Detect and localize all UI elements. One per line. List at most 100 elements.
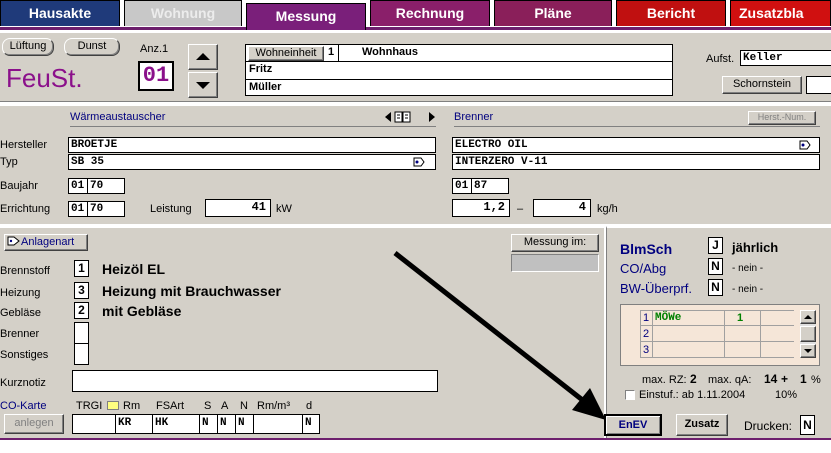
anlagenart-button[interactable]: Anlagenart	[4, 234, 88, 251]
rm3-field[interactable]	[253, 414, 303, 434]
leistung-label: Leistung	[150, 203, 192, 215]
schornstein-field[interactable]	[806, 76, 831, 94]
anz-down-button[interactable]	[188, 72, 218, 98]
geblaese-label: Gebläse	[0, 307, 41, 319]
sonstiges-code[interactable]	[74, 343, 89, 365]
drucken-label: Drucken:	[744, 419, 793, 433]
br-durchsatz-unit: kg/h	[597, 203, 618, 215]
tab-wohnung[interactable]: Wohnung	[124, 0, 242, 26]
rm3-label: Rm/m³	[257, 400, 290, 412]
grid-scroll-down[interactable]	[800, 344, 816, 358]
tab-zusatzblatt[interactable]: Zusatzbla	[730, 0, 831, 26]
anlegen-button[interactable]: anlegen	[4, 414, 64, 434]
br-durchsatz-dash: –	[517, 203, 524, 215]
hk-field[interactable]: HK	[152, 414, 200, 434]
grid-col-divider-3	[760, 310, 761, 358]
sonstiges-label: Sonstiges	[0, 349, 49, 361]
brennstoff-code[interactable]: 1	[74, 260, 89, 277]
typ-label: Typ	[0, 156, 18, 168]
grid-col-divider-1	[652, 310, 653, 358]
einstuf-checkbox[interactable]	[625, 390, 635, 400]
bottom-strip	[0, 438, 831, 453]
br-hersteller-field[interactable]: ELECTRO OIL	[452, 137, 820, 153]
wohneinheit-button[interactable]: Wohneinheit	[248, 46, 324, 61]
dunst-button[interactable]: Dunst	[64, 38, 120, 56]
brenner-code[interactable]	[74, 322, 89, 344]
anz-value[interactable]: 01	[138, 61, 174, 91]
fsart-field[interactable]: KR	[115, 414, 153, 434]
anlagenart-label: Anlagenart	[21, 236, 75, 248]
waermetauscher-title: Wärmeaustauscher	[70, 111, 166, 123]
brenner-label: Brenner	[0, 328, 40, 340]
max-qa-value: 14	[764, 372, 778, 386]
wt-baujahr-year[interactable]: 70	[87, 178, 125, 194]
book-icon[interactable]	[394, 110, 412, 127]
kurznotiz-field[interactable]	[72, 370, 438, 392]
waermetauscher-rule	[70, 126, 436, 127]
blmsch-code[interactable]: J	[708, 237, 723, 254]
wt-typ-lookup-icon[interactable]	[412, 156, 426, 168]
baujahr-label: Baujahr	[0, 180, 38, 192]
wt-errichtung-year[interactable]: 70	[87, 201, 125, 217]
grid-row-name: MÖWe	[655, 312, 682, 324]
tab-plaene[interactable]: Pläne	[494, 0, 612, 26]
wt-typ-field[interactable]: SB 35	[68, 154, 436, 170]
kurznotiz-label: Kurznotiz	[0, 377, 46, 389]
leistung-unit: kW	[276, 203, 292, 215]
bw-text: - nein -	[732, 284, 764, 295]
br-durchsatz-min[interactable]: 1,2	[452, 199, 510, 217]
wt-baujahr-month[interactable]: 01	[68, 178, 88, 194]
br-typ-field[interactable]: INTERZERO V-11	[452, 154, 820, 170]
wt-hersteller-field[interactable]: BROETJE	[68, 137, 436, 153]
trgi-field[interactable]	[72, 414, 116, 434]
enev-button[interactable]: EnEV	[604, 414, 662, 436]
coabg-code[interactable]: N	[708, 258, 723, 275]
d-field[interactable]: N	[302, 414, 320, 434]
tab-hausakte[interactable]: Hausakte	[0, 0, 120, 26]
a-field[interactable]: N	[217, 414, 236, 434]
heizung-code[interactable]: 3	[74, 282, 89, 299]
fsart-label: FSArt	[156, 400, 185, 412]
aufst-field[interactable]: Keller	[740, 50, 831, 66]
brennstoff-text: Heizöl EL	[102, 261, 166, 277]
herst-num-button[interactable]: Herst.-Num.	[748, 111, 816, 125]
address-line1	[246, 61, 672, 62]
wt-errichtung-month[interactable]: 01	[68, 201, 88, 217]
tab-messung[interactable]: Messung	[246, 3, 366, 30]
tab-bericht[interactable]: Bericht	[616, 0, 726, 26]
name-fritz: Fritz	[249, 63, 273, 75]
drucken-code[interactable]: N	[800, 415, 815, 435]
schornstein-button[interactable]: Schornstein	[722, 76, 802, 94]
geblaese-code[interactable]: 2	[74, 302, 89, 319]
nav-next-icon[interactable]	[428, 111, 436, 126]
max-rz-value: 2	[690, 372, 697, 386]
wohneinheit-divider	[338, 44, 339, 61]
grid-scroll-thumb[interactable]	[800, 326, 816, 342]
s-field[interactable]: N	[199, 414, 218, 434]
hersteller-label: Hersteller	[0, 139, 48, 151]
max-qa-label: max. qA:	[708, 374, 752, 386]
einstuf-percent: 10%	[775, 389, 798, 401]
tab-rechnung[interactable]: Rechnung	[370, 0, 490, 26]
zusatz-button[interactable]: Zusatz	[676, 414, 728, 436]
grid-scroll-up[interactable]	[800, 310, 816, 324]
bw-code[interactable]: N	[708, 279, 723, 296]
wt-leistung-field[interactable]: 41	[205, 199, 271, 217]
arrow-down-icon	[804, 349, 812, 353]
br-baujahr-year[interactable]: 87	[471, 178, 509, 194]
rm-label: Rm	[123, 400, 141, 412]
grid-row-2[interactable]	[640, 326, 794, 342]
br-baujahr-month[interactable]: 01	[452, 178, 472, 194]
n-field[interactable]: N	[235, 414, 254, 434]
anz-up-button[interactable]	[188, 44, 218, 70]
coabg-text: - nein -	[732, 263, 764, 274]
messung-im-button[interactable]: Messung im:	[511, 234, 599, 252]
heizung-label: Heizung	[0, 287, 41, 299]
messung-im-field[interactable]	[511, 254, 599, 272]
grid-row-3[interactable]	[640, 342, 794, 358]
br-hersteller-lookup-icon[interactable]	[798, 139, 812, 151]
br-durchsatz-max[interactable]: 4	[533, 199, 591, 217]
heizung-text: Heizung mit Brauchwasser	[102, 283, 281, 299]
nav-prev-icon[interactable]	[384, 111, 392, 126]
lueftung-button[interactable]: Lüftung	[2, 38, 54, 56]
